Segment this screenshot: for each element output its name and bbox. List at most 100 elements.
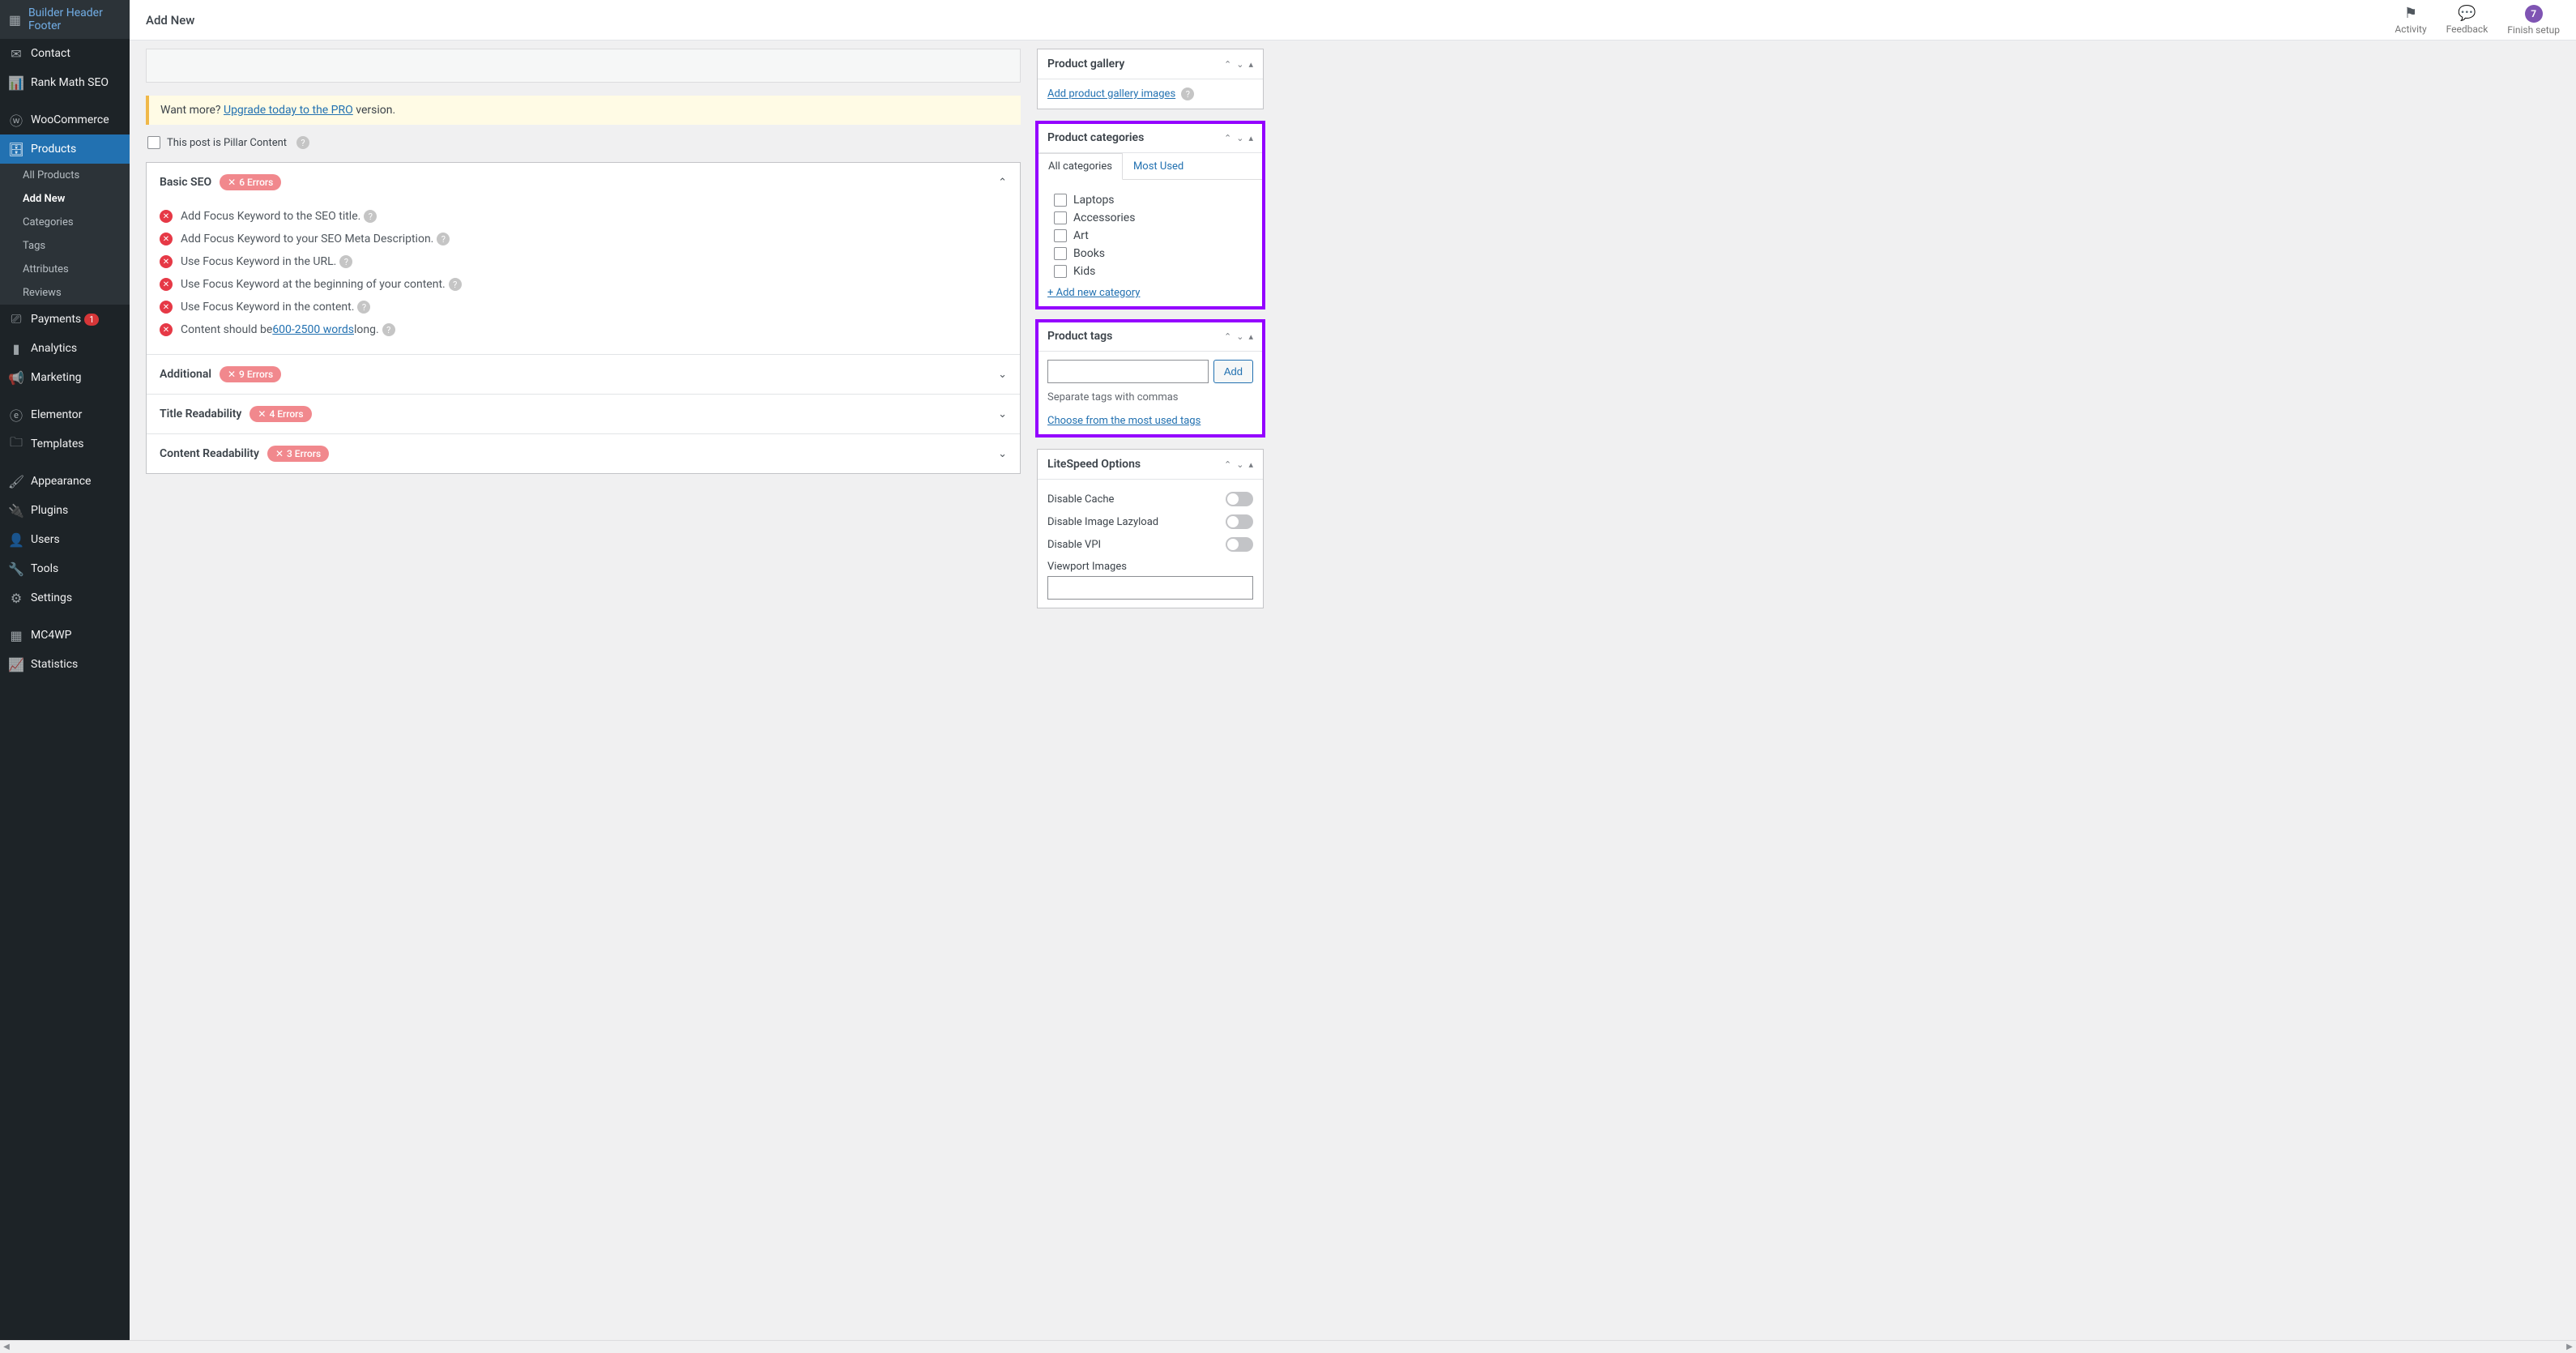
metabox-product-tags: Product tags ⌃ ⌄ ▴ Add Separate tags wit… — [1037, 321, 1264, 436]
sidebar-item-appearance[interactable]: 🖌 Appearance — [0, 467, 130, 496]
error-dot-icon: ✕ — [160, 233, 173, 245]
collapse-icon[interactable]: ▴ — [1248, 459, 1253, 470]
add-new-category-link[interactable]: + Add new category — [1047, 287, 1140, 299]
help-icon[interactable]: ? — [1181, 87, 1194, 100]
seo-section-basic[interactable]: Basic SEO ✕6 Errors ⌃ — [147, 163, 1020, 202]
move-up-icon[interactable]: ⌃ — [1224, 459, 1231, 470]
tab-all-categories[interactable]: All categories — [1038, 153, 1123, 180]
collapse-icon[interactable]: ▴ — [1248, 133, 1253, 143]
category-checkbox[interactable] — [1054, 247, 1067, 260]
chevron-down-icon: ⌄ — [998, 448, 1007, 460]
toggle-disable-cache[interactable] — [1226, 492, 1253, 506]
sidebar-item-label: Settings — [31, 591, 72, 604]
chevron-up-icon: ⌃ — [998, 177, 1007, 189]
add-gallery-link[interactable]: Add product gallery images — [1047, 88, 1175, 100]
seo-check-item: ✕Use Focus Keyword in the URL.? — [160, 250, 1007, 273]
most-used-tags-link[interactable]: Choose from the most used tags — [1047, 415, 1201, 427]
move-down-icon[interactable]: ⌄ — [1236, 59, 1243, 70]
category-checkbox[interactable] — [1054, 211, 1067, 224]
move-down-icon[interactable]: ⌄ — [1236, 331, 1243, 342]
sidebar-item-label: Statistics — [31, 658, 78, 671]
collapse-icon[interactable]: ▴ — [1248, 59, 1253, 70]
feedback-button[interactable]: 💬 Feedback — [2446, 5, 2489, 35]
error-dot-icon: ✕ — [160, 255, 173, 268]
sidebar-item-label: Marketing — [31, 371, 82, 384]
help-icon[interactable]: ? — [449, 278, 462, 291]
sidebar-item-statistics[interactable]: 📈 Statistics — [0, 650, 130, 679]
help-icon[interactable]: ? — [357, 301, 370, 314]
add-tag-button[interactable]: Add — [1213, 360, 1253, 383]
word-count-link[interactable]: 600-2500 words — [272, 323, 354, 336]
ls-option-label: Disable Image Lazyload — [1047, 516, 1158, 528]
help-icon[interactable]: ? — [339, 255, 352, 268]
seo-section-additional[interactable]: Additional ✕9 Errors ⌄ — [147, 354, 1020, 394]
pillar-checkbox[interactable] — [147, 136, 160, 149]
submenu-attributes[interactable]: Attributes — [0, 258, 130, 281]
sidebar-item-plugins[interactable]: 🔌 Plugins — [0, 496, 130, 525]
sidebar-item-rankmath[interactable]: 📊 Rank Math SEO — [0, 68, 130, 97]
collapse-icon[interactable]: ▴ — [1248, 331, 1253, 342]
submenu-reviews[interactable]: Reviews — [0, 281, 130, 305]
promo-text-post: version. — [353, 104, 395, 117]
help-icon[interactable]: ? — [382, 323, 395, 336]
sidebar-item-templates[interactable]: 🗀 Templates — [0, 429, 130, 459]
submenu-tags[interactable]: Tags — [0, 234, 130, 258]
scroll-track[interactable] — [13, 1341, 2563, 1353]
input-placeholder-box[interactable] — [146, 49, 1021, 83]
tag-input[interactable] — [1047, 360, 1209, 383]
metabox-litespeed: LiteSpeed Options ⌃ ⌄ ▴ Disable Cache Di… — [1037, 449, 1264, 608]
promo-text-pre: Want more? — [160, 104, 224, 117]
sidebar-item-analytics[interactable]: ▮ Analytics — [0, 334, 130, 363]
flag-icon: ⚑ — [2404, 5, 2417, 22]
category-item: Laptops — [1047, 191, 1253, 209]
seo-section-title-readability[interactable]: Title Readability ✕4 Errors ⌄ — [147, 394, 1020, 433]
submenu-categories[interactable]: Categories — [0, 211, 130, 234]
sidebar-item-label: MC4WP — [31, 629, 71, 642]
seo-section-content-readability[interactable]: Content Readability ✕3 Errors ⌄ — [147, 433, 1020, 473]
horizontal-scrollbar[interactable]: ◀ ▶ — [0, 1340, 2576, 1353]
bar-chart-icon: ▮ — [8, 340, 24, 356]
scroll-left-icon[interactable]: ◀ — [0, 1341, 13, 1353]
sidebar-item-contact[interactable]: ✉ Contact — [0, 39, 130, 68]
sidebar-item-payments[interactable]: ⎚ Payments 1 — [0, 305, 130, 334]
toggle-disable-vpi[interactable] — [1226, 537, 1253, 552]
sidebar-item-elementor[interactable]: ⓔ Elementor — [0, 400, 130, 429]
sidebar-item-woocommerce[interactable]: ⓦ WooCommerce — [0, 105, 130, 134]
move-down-icon[interactable]: ⌄ — [1236, 459, 1243, 470]
category-checkbox[interactable] — [1054, 229, 1067, 242]
sidebar-item-builder-header-footer[interactable]: ▦ Builder Header Footer — [0, 0, 130, 39]
error-badge: ✕6 Errors — [220, 174, 281, 190]
help-icon[interactable]: ? — [364, 210, 377, 223]
sidebar-item-label: Users — [31, 533, 60, 546]
scroll-right-icon[interactable]: ▶ — [2563, 1341, 2576, 1353]
submenu-add-new[interactable]: Add New — [0, 187, 130, 211]
tab-most-used[interactable]: Most Used — [1123, 153, 1194, 180]
upgrade-link[interactable]: Upgrade today to the PRO — [224, 104, 353, 117]
move-down-icon[interactable]: ⌄ — [1236, 133, 1243, 143]
move-up-icon[interactable]: ⌃ — [1224, 133, 1231, 143]
submenu-all-products[interactable]: All Products — [0, 164, 130, 187]
help-icon[interactable]: ? — [437, 233, 450, 245]
viewport-images-input[interactable] — [1047, 576, 1253, 600]
move-up-icon[interactable]: ⌃ — [1224, 331, 1231, 342]
finish-setup-button[interactable]: 7 Finish setup — [2507, 5, 2560, 36]
toggle-disable-lazyload[interactable] — [1226, 514, 1253, 529]
seo-analysis-panel: Basic SEO ✕6 Errors ⌃ ✕Add Focus Keyword… — [146, 162, 1021, 474]
sidebar-item-settings[interactable]: ⚙ Settings — [0, 583, 130, 612]
help-icon[interactable]: ? — [296, 136, 309, 149]
sidebar-item-mc4wp[interactable]: ▦ MC4WP — [0, 621, 130, 650]
category-checkbox[interactable] — [1054, 265, 1067, 278]
pillar-label: This post is Pillar Content — [167, 137, 287, 149]
chat-icon: 💬 — [2458, 5, 2476, 22]
x-icon: ✕ — [228, 177, 236, 188]
sidebar-item-tools[interactable]: 🔧 Tools — [0, 554, 130, 583]
activity-button[interactable]: ⚑ Activity — [2395, 5, 2426, 35]
sidebar-item-products[interactable]: 🗄 Products — [0, 134, 130, 164]
seo-check-item: ✕Use Focus Keyword in the content.? — [160, 296, 1007, 318]
sidebar-item-users[interactable]: 👤 Users — [0, 525, 130, 554]
tag-hint: Separate tags with commas — [1047, 391, 1253, 403]
payments-badge: 1 — [84, 314, 99, 326]
sidebar-item-marketing[interactable]: 📢 Marketing — [0, 363, 130, 392]
move-up-icon[interactable]: ⌃ — [1224, 59, 1231, 70]
category-checkbox[interactable] — [1054, 194, 1067, 207]
